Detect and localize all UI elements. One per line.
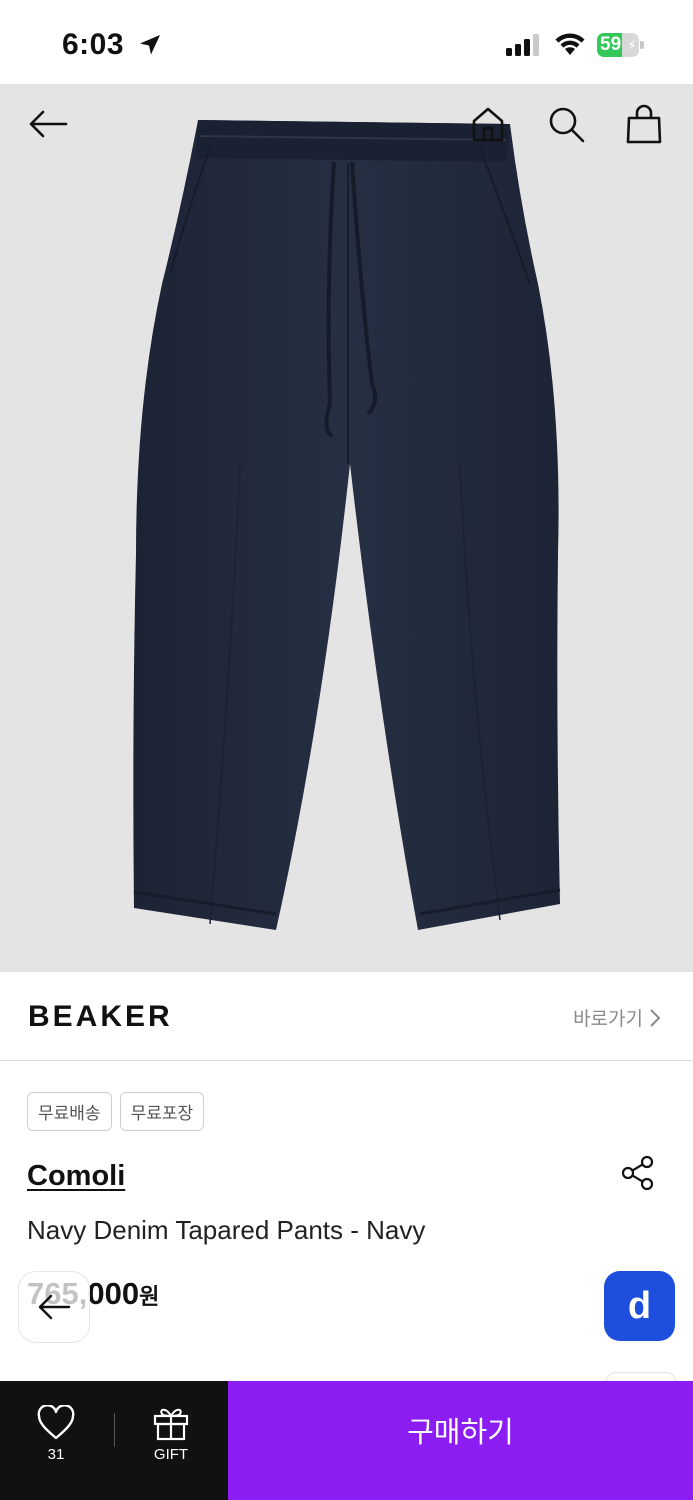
brand-row[interactable]: BEAKER 바로가기 [0, 972, 693, 1061]
like-count: 31 [47, 1446, 65, 1463]
back-button[interactable] [26, 102, 70, 146]
buy-label: 구매하기 [407, 1416, 514, 1449]
brand-logo: BEAKER [28, 1000, 173, 1033]
brand-shortcut-label: 바로가기 [573, 1009, 643, 1030]
gift-label: GIFT [153, 1446, 189, 1463]
tag-free-wrapping: 무료포장 [119, 1092, 205, 1131]
product-name: Navy Denim Tapared Pants - Navy [27, 1215, 426, 1245]
share-button[interactable] [619, 1154, 657, 1192]
arrow-left-icon [38, 1294, 71, 1320]
home-icon [472, 107, 504, 142]
chevron-right-icon [650, 1008, 661, 1027]
bottom-action-bar: 31 GIFT 구매하기 [0, 1381, 693, 1500]
share-icon [621, 1155, 654, 1191]
tag-free-shipping: 무료배송 [27, 1092, 112, 1131]
price-unit: 원 [139, 1284, 160, 1309]
product-photo [133, 120, 561, 930]
location-arrow-icon [140, 35, 160, 55]
product-image-carousel[interactable] [0, 84, 693, 972]
divider [114, 1413, 115, 1447]
shopping-bag-button[interactable] [622, 102, 666, 146]
arrow-left-icon [29, 110, 68, 138]
charging-bolt-icon: ⚡ [627, 37, 637, 53]
heart-icon [37, 1405, 75, 1440]
gift-button[interactable]: GIFT [135, 1401, 207, 1471]
designer-link[interactable]: Comoli [27, 1160, 125, 1193]
app-badge-label: d [627, 1284, 652, 1327]
gift-icon [153, 1408, 189, 1441]
shopping-bag-icon [626, 104, 662, 144]
wifi-icon [555, 33, 585, 55]
app-badge-button[interactable]: d [604, 1271, 675, 1341]
status-time: 6:03 [62, 28, 125, 61]
search-icon [549, 107, 585, 143]
like-button[interactable]: 31 [20, 1401, 92, 1471]
benefit-tags: 무료배송 무료포장 [27, 1092, 205, 1131]
status-bar: 6:03 59 ⚡ [0, 0, 693, 84]
buy-button[interactable]: 구매하기 [228, 1381, 693, 1500]
cellular-signal-icon [506, 34, 539, 56]
floating-back-button[interactable] [18, 1271, 90, 1343]
brand-shortcut-link[interactable]: 바로가기 [573, 1004, 661, 1031]
bottom-left-actions: 31 GIFT [0, 1381, 228, 1500]
battery-indicator: 59 ⚡ [597, 33, 645, 57]
home-button[interactable] [466, 102, 510, 146]
search-button[interactable] [544, 102, 588, 146]
